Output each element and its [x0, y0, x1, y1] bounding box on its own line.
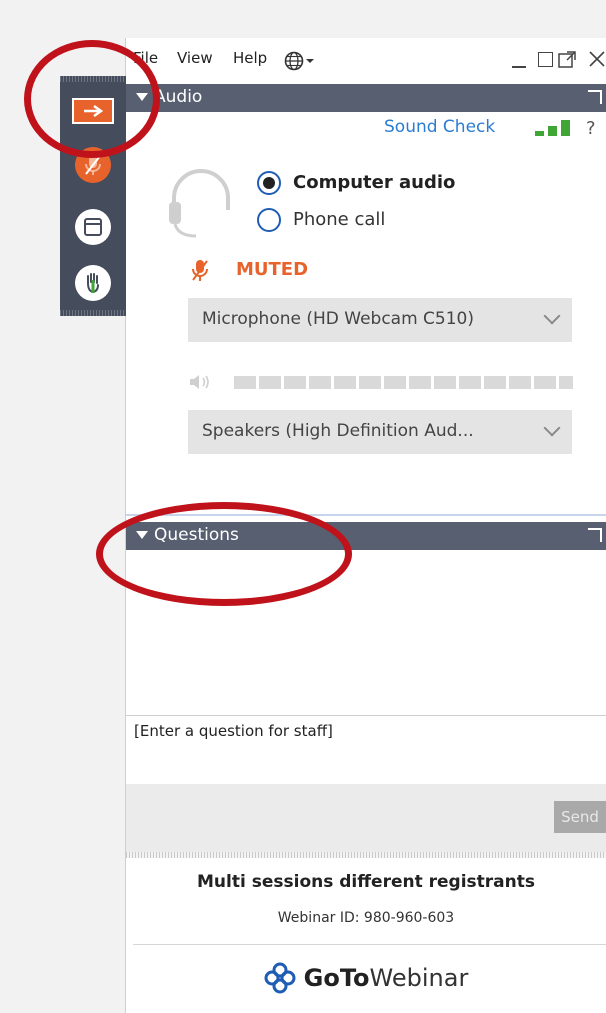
webinar-id: Webinar ID: 980-960-603 — [277, 910, 455, 926]
session-title: Multi sessions different registrants — [197, 872, 535, 892]
level-meter-segment — [534, 376, 556, 389]
sound-check-link[interactable]: Sound Check — [384, 117, 495, 137]
level-meter-segment — [509, 376, 531, 389]
maximize-icon[interactable] — [538, 52, 553, 67]
phone-call-label[interactable]: Phone call — [293, 209, 385, 230]
level-meter-segment — [559, 376, 573, 389]
send-bar — [126, 784, 606, 852]
level-meter-segment — [234, 376, 256, 389]
level-meter-segment — [359, 376, 381, 389]
globe-icon[interactable] — [283, 50, 327, 76]
audio-panel-header[interactable]: Audio — [126, 84, 606, 112]
level-meter-segment — [309, 376, 331, 389]
chevron-down-icon — [543, 419, 561, 437]
level-meter-segment — [384, 376, 406, 389]
annotation-circle-collapse — [24, 40, 160, 158]
level-meter-segment — [434, 376, 456, 389]
microphone-muted-icon — [190, 258, 210, 288]
brand-goto: GoTo — [303, 964, 370, 992]
footer-divider — [133, 944, 606, 945]
level-meter-segment — [484, 376, 506, 389]
question-input[interactable]: [Enter a question for staff] — [126, 715, 606, 785]
annotation-circle-questions — [96, 502, 352, 606]
resize-grip[interactable] — [126, 852, 606, 858]
computer-audio-label[interactable]: Computer audio — [293, 172, 455, 193]
question-input-placeholder: [Enter a question for staff] — [134, 722, 333, 740]
gotowebinar-logo: GoTo Webinar — [126, 958, 606, 998]
window-icon — [75, 209, 111, 245]
minimize-icon[interactable] — [512, 66, 526, 68]
level-meter-segment — [284, 376, 306, 389]
help-icon[interactable]: ? — [586, 118, 596, 139]
level-meter-segment — [459, 376, 481, 389]
menu-help[interactable]: Help — [233, 49, 267, 67]
popout-panel-icon[interactable] — [588, 90, 602, 104]
popout-icon[interactable] — [558, 51, 576, 73]
close-icon[interactable] — [588, 50, 606, 72]
brand-webinar: Webinar — [369, 964, 469, 992]
screen-share-button[interactable] — [66, 200, 120, 254]
speaker-icon — [188, 372, 214, 396]
level-meter-segment — [259, 376, 281, 389]
level-meter-segment — [409, 376, 431, 389]
signal-bars-icon — [534, 117, 574, 143]
sidebar-grip-bottom[interactable] — [60, 310, 126, 316]
speakers-select[interactable]: Speakers (High Definition Aud... — [188, 410, 572, 454]
microphone-select[interactable]: Microphone (HD Webcam C510) — [188, 298, 572, 342]
menu-view[interactable]: View — [177, 49, 213, 67]
gotowebinar-logo-icon — [264, 962, 296, 994]
phone-call-radio[interactable] — [257, 208, 281, 232]
chevron-down-icon — [543, 307, 561, 325]
mute-status: MUTED — [236, 259, 309, 280]
headset-icon — [166, 164, 236, 248]
raise-hand-button[interactable] — [66, 256, 120, 310]
microphone-select-value: Microphone (HD Webcam C510) — [202, 309, 475, 329]
audio-panel-title: Audio — [154, 87, 203, 107]
raise-hand-icon — [75, 265, 111, 301]
popout-panel-icon[interactable] — [588, 528, 602, 542]
level-meter-segment — [334, 376, 356, 389]
computer-audio-radio[interactable] — [257, 171, 281, 195]
speakers-select-value: Speakers (High Definition Aud... — [202, 421, 474, 441]
send-button[interactable]: Send — [554, 801, 606, 833]
